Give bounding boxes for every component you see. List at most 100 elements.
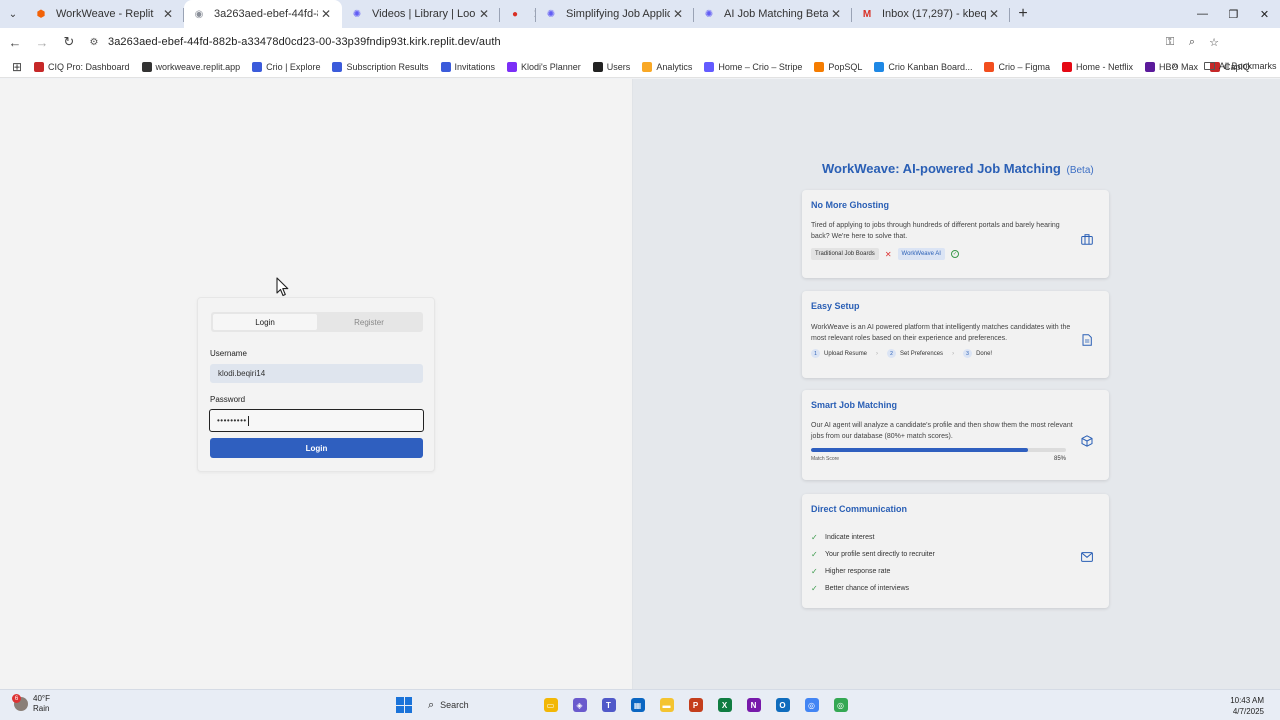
username-label: Username [210,349,247,358]
tab-login[interactable]: Login [213,314,317,330]
weather-temperature: 40°F [33,694,50,703]
step-number: 1 [811,349,820,358]
browser-tab[interactable]: ◉ 3a263aed-ebef-44fd-882b-a33✕ [184,0,342,28]
list-item-text: Better chance of interviews [825,585,910,592]
password-key-icon[interactable]: ⚿ [1159,31,1181,53]
taskbar-app-powerpoint[interactable]: P [681,694,710,716]
bookmark-item[interactable]: Subscription Results [332,61,429,72]
promo-title-text: WorkWeave: AI-powered Job Matching [822,161,1061,176]
tab-search-chevron-icon[interactable]: ⌄ [0,0,26,28]
bookmark-favicon-icon [332,61,343,72]
system-clock[interactable]: 10:43 AM 4/7/2025 [1224,695,1264,717]
bookmark-item[interactable]: Klodi's Planner [507,61,581,72]
bookmark-favicon-icon [814,61,825,72]
tab-title: WorkWeave - Replit [56,8,154,20]
tab-favicon-icon: ⬢ [36,8,46,20]
comparison-chips: Traditional Job Boards ✕ WorkWeave AI ✓ [811,248,959,260]
chrome-active-icon: ◎ [833,698,848,712]
bookmark-item[interactable]: CIQ Pro: Dashboard [34,61,130,72]
tab-close-icon[interactable]: ✕ [828,7,844,21]
bookmark-item[interactable]: Crio | Explore [252,61,320,72]
login-button[interactable]: Login [210,438,423,458]
clock-time: 10:43 AM [1230,696,1264,705]
step-arrow-icon: › [876,350,879,357]
tab-favicon-icon: ✺ [352,8,362,20]
taskbar-app-teams[interactable]: T [594,694,623,716]
card-text: Tired of applying to jobs through hundre… [811,222,1060,240]
password-value: ••••••••• [217,416,247,425]
list-item: ✓ Your profile sent directly to recruiter [811,546,935,563]
password-input[interactable]: ••••••••• [209,409,424,432]
restore-icon[interactable]: ❐ [1218,0,1249,28]
back-arrow-icon[interactable]: ← [3,30,27,54]
taskbar-app-outlook[interactable]: O [768,694,797,716]
weather-widget[interactable]: 6 40°F Rain [12,694,50,714]
tab-close-icon[interactable]: ✕ [670,7,686,21]
text-caret [247,415,249,426]
taskbar-app-excel[interactable]: X [710,694,739,716]
bookmark-label: workweave.replit.app [155,61,241,72]
mail-icon [1079,549,1095,565]
excel-icon: X [717,698,732,712]
browser-tab[interactable]: ✺ Videos | Library | Loom ✕ [342,0,500,28]
tab-close-icon[interactable]: ✕ [318,7,334,21]
taskbar-app-chrome-active[interactable]: ◎ [826,694,855,716]
tab-register[interactable]: Register [317,314,421,330]
step-label: Set Preferences [900,350,944,357]
bookmark-item[interactable]: PopSQL [814,61,862,72]
close-window-icon[interactable]: ✕ [1249,0,1280,28]
windows-start-icon[interactable] [396,697,412,713]
browser-tab[interactable]: ✺ AI Job Matching Beta Overview✕ [694,0,852,28]
taskbar-search-label: Search [440,700,469,710]
url-text[interactable]: 3a263aed-ebef-44fd-882b-a33478d0cd23-00-… [108,36,501,48]
tab-favicon-icon: ● [511,8,519,20]
more-bookmarks-icon[interactable]: » [1172,60,1178,72]
taskbar-app-onenote[interactable]: N [739,694,768,716]
browser-tab[interactable]: ✺ Simplifying Job Applications✕ [536,0,694,28]
username-input[interactable]: klodi.beqiri14 [210,364,423,383]
match-score-value: 85% [1053,456,1066,462]
bookmark-item[interactable]: Invitations [440,61,495,72]
taskbar-app-folder[interactable]: ▬ [652,694,681,716]
bookmark-item[interactable]: Home – Crio – Stripe [704,61,802,72]
card-text: Our AI agent will analyze a candidate's … [811,422,1073,440]
forward-arrow-icon[interactable]: → [30,30,54,54]
taskbar-app-store[interactable]: ▦ [623,694,652,716]
bookmark-favicon-icon [507,61,518,72]
setup-steps: 1 Upload Resume › 2 Set Preferences › 3 Done! [811,349,992,358]
taskbar-app-chrome[interactable]: ◎ [797,694,826,716]
bookmark-item[interactable]: Crio – Figma [984,61,1050,72]
reload-icon[interactable]: ↻ [57,30,81,54]
tab-title: Videos | Library | Loom [372,8,476,20]
minimize-icon[interactable]: — [1187,0,1218,28]
taskbar-app-copilot[interactable]: ◈ [565,694,594,716]
step-label: Upload Resume [824,350,868,357]
all-bookmarks-button[interactable]: All Bookmarks [1204,61,1277,71]
tab-title: AI Job Matching Beta Overview [724,8,828,20]
card-title: Direct Communication [811,504,908,514]
bookmark-item[interactable]: Analytics [642,61,692,72]
apps-grid-icon[interactable]: ⊞ [0,60,34,74]
bookmark-star-icon[interactable]: ☆ [1203,31,1225,53]
browser-tab[interactable]: ⬢ WorkWeave - Replit ✕ [26,0,184,28]
bookmark-item[interactable]: Crio Kanban Board... [874,61,972,72]
tab-close-icon[interactable]: ✕ [476,7,492,21]
match-score-label: Match Score [811,456,840,462]
browser-tab[interactable]: ●✕ [500,0,536,28]
bookmark-item[interactable]: Users [592,61,630,72]
step-number: 3 [963,349,973,358]
site-info-icon[interactable]: ⚙ [86,34,102,50]
bookmark-item[interactable]: Home - Netflix [1061,61,1133,72]
search-icon: ⌕ [428,698,435,711]
tab-close-icon[interactable]: ✕ [160,7,176,21]
new-tab-button[interactable]: + [1010,0,1036,28]
web-page: Login Register Username klodi.beqiri14 P… [0,79,1280,689]
zoom-icon[interactable]: ⌕ [1181,31,1203,53]
list-item: ✓ Indicate interest [811,529,935,546]
taskbar-app-file-explorer[interactable]: ▭ [536,694,565,716]
address-bar[interactable]: ⚙ 3a263aed-ebef-44fd-882b-a33478d0cd23-0… [80,31,1225,53]
tab-title: 3a263aed-ebef-44fd-882b-a33 [214,8,318,20]
browser-tab[interactable]: M Inbox (17,297) - kbeqiri14@gm✕ [852,0,1010,28]
bookmark-item[interactable]: workweave.replit.app [141,61,241,72]
tab-close-icon[interactable]: ✕ [986,7,1002,21]
